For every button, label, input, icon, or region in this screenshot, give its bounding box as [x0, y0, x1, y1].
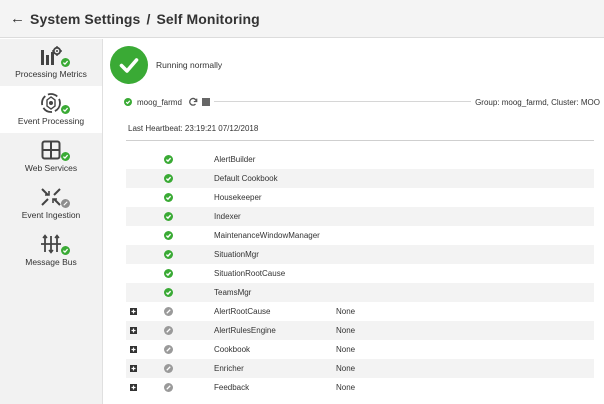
- module-row[interactable]: AlertRulesEngine None: [126, 321, 594, 340]
- module-row[interactable]: Enricher None: [126, 359, 594, 378]
- module-row[interactable]: SituationRootCause: [126, 264, 594, 283]
- module-name: AlertRulesEngine: [214, 326, 276, 335]
- module-row[interactable]: TeamsMgr: [126, 283, 594, 302]
- module-list: AlertBuilder Default Cookbook Housekeeper I…: [126, 150, 594, 397]
- page-header: ← System Settings / Self Monitoring: [0, 0, 604, 38]
- message-bus-icon: [36, 233, 70, 255]
- status-disabled-icon: [164, 364, 173, 373]
- status-disabled-icon: [164, 307, 173, 316]
- status-ok-icon: [164, 193, 173, 202]
- processing-metrics-icon: [36, 45, 70, 67]
- sidebar-item-label: Event Processing: [17, 116, 85, 126]
- module-name: MaintenanceWindowManager: [214, 231, 320, 240]
- module-name: Default Cookbook: [214, 174, 278, 183]
- status-ok-icon: [164, 174, 173, 183]
- main-content: Running normally moog_farmd Group: moog_…: [104, 39, 604, 404]
- status-disabled-icon: [164, 326, 173, 335]
- module-value: None: [336, 345, 356, 354]
- running-check-icon: [110, 46, 148, 84]
- module-name: SituationRootCause: [214, 269, 286, 278]
- overall-status: Running normally: [110, 45, 222, 85]
- module-row[interactable]: Indexer: [126, 207, 594, 226]
- sidebar-item-label: Processing Metrics: [15, 69, 87, 79]
- expand-plus-icon[interactable]: [130, 327, 137, 334]
- status-ok-icon: [164, 250, 173, 259]
- module-name: AlertRootCause: [214, 307, 271, 316]
- stop-icon[interactable]: [201, 98, 210, 106]
- sidebar-item-event-processing[interactable]: Event Processing: [0, 86, 102, 133]
- status-ok-icon: [164, 231, 173, 240]
- status-disabled-icon: [164, 383, 173, 392]
- status-ok-icon: [164, 155, 173, 164]
- event-processing-icon: [36, 92, 70, 114]
- web-services-icon: [36, 139, 70, 161]
- sidebar-item-label: Event Ingestion: [21, 210, 81, 220]
- divider: [126, 140, 594, 141]
- module-value: None: [336, 364, 356, 373]
- sidebar-item-web-services[interactable]: Web Services: [0, 133, 102, 180]
- status-disabled-icon: [61, 199, 70, 208]
- sidebar-item-processing-metrics[interactable]: Processing Metrics: [0, 39, 102, 86]
- module-row[interactable]: Housekeeper: [126, 188, 594, 207]
- module-row[interactable]: AlertBuilder: [126, 150, 594, 169]
- event-ingestion-icon: [36, 186, 70, 208]
- group-info: Group: moog_farmd, Cluster: MOO: [471, 97, 602, 107]
- module-row[interactable]: Default Cookbook: [126, 169, 594, 188]
- refresh-icon[interactable]: [188, 97, 198, 107]
- module-name: AlertBuilder: [214, 155, 256, 164]
- panel-header: moog_farmd Group: moog_farmd, Cluster: M…: [118, 95, 602, 109]
- process-name: moog_farmd: [137, 97, 182, 107]
- module-row[interactable]: MaintenanceWindowManager: [126, 226, 594, 245]
- module-name: Indexer: [214, 212, 241, 221]
- status-ok-icon: [61, 152, 70, 161]
- status-ok-icon: [164, 288, 173, 297]
- expand-plus-icon[interactable]: [130, 346, 137, 353]
- status-text: Running normally: [156, 60, 223, 70]
- module-row[interactable]: Feedback None: [126, 378, 594, 397]
- module-row[interactable]: Cookbook None: [126, 340, 594, 359]
- expand-plus-icon[interactable]: [130, 308, 137, 315]
- status-ok-icon: [124, 98, 132, 106]
- expand-plus-icon[interactable]: [130, 365, 137, 372]
- page-title: System Settings / Self Monitoring: [30, 11, 260, 27]
- status-ok-icon: [164, 212, 173, 221]
- module-name: Cookbook: [214, 345, 251, 354]
- status-ok-icon: [61, 105, 70, 114]
- expand-plus-icon[interactable]: [130, 384, 137, 391]
- status-disabled-icon: [164, 345, 173, 354]
- process-legend: moog_farmd: [118, 97, 214, 107]
- module-name: Enricher: [214, 364, 244, 373]
- status-ok-icon: [61, 58, 70, 67]
- module-name: SituationMgr: [214, 250, 259, 259]
- breadcrumb-system-settings[interactable]: System Settings: [30, 11, 140, 27]
- status-ok-icon: [61, 246, 70, 255]
- sidebar-item-event-ingestion[interactable]: Event Ingestion: [0, 180, 102, 227]
- module-value: None: [336, 326, 356, 335]
- module-row[interactable]: AlertRootCause None: [126, 302, 594, 321]
- sidebar-item-message-bus[interactable]: Message Bus: [0, 227, 102, 274]
- status-ok-icon: [164, 269, 173, 278]
- sidebar-item-label: Web Services: [24, 163, 78, 173]
- sidebar-item-label: Message Bus: [25, 257, 77, 267]
- back-arrow-icon[interactable]: ←: [10, 10, 25, 27]
- last-heartbeat: Last Heartbeat: 23:19:21 07/12/2018: [128, 124, 259, 133]
- module-name: Feedback: [214, 383, 250, 392]
- process-panel: moog_farmd Group: moog_farmd, Cluster: M…: [118, 97, 602, 404]
- module-name: TeamsMgr: [214, 288, 252, 297]
- module-value: None: [336, 307, 356, 316]
- breadcrumb-separator: /: [146, 10, 151, 27]
- module-name: Housekeeper: [214, 193, 262, 202]
- breadcrumb-self-monitoring: Self Monitoring: [156, 10, 260, 27]
- sidebar: Processing Metrics Event Processing Web …: [0, 39, 103, 404]
- module-value: None: [336, 383, 356, 392]
- module-row[interactable]: SituationMgr: [126, 245, 594, 264]
